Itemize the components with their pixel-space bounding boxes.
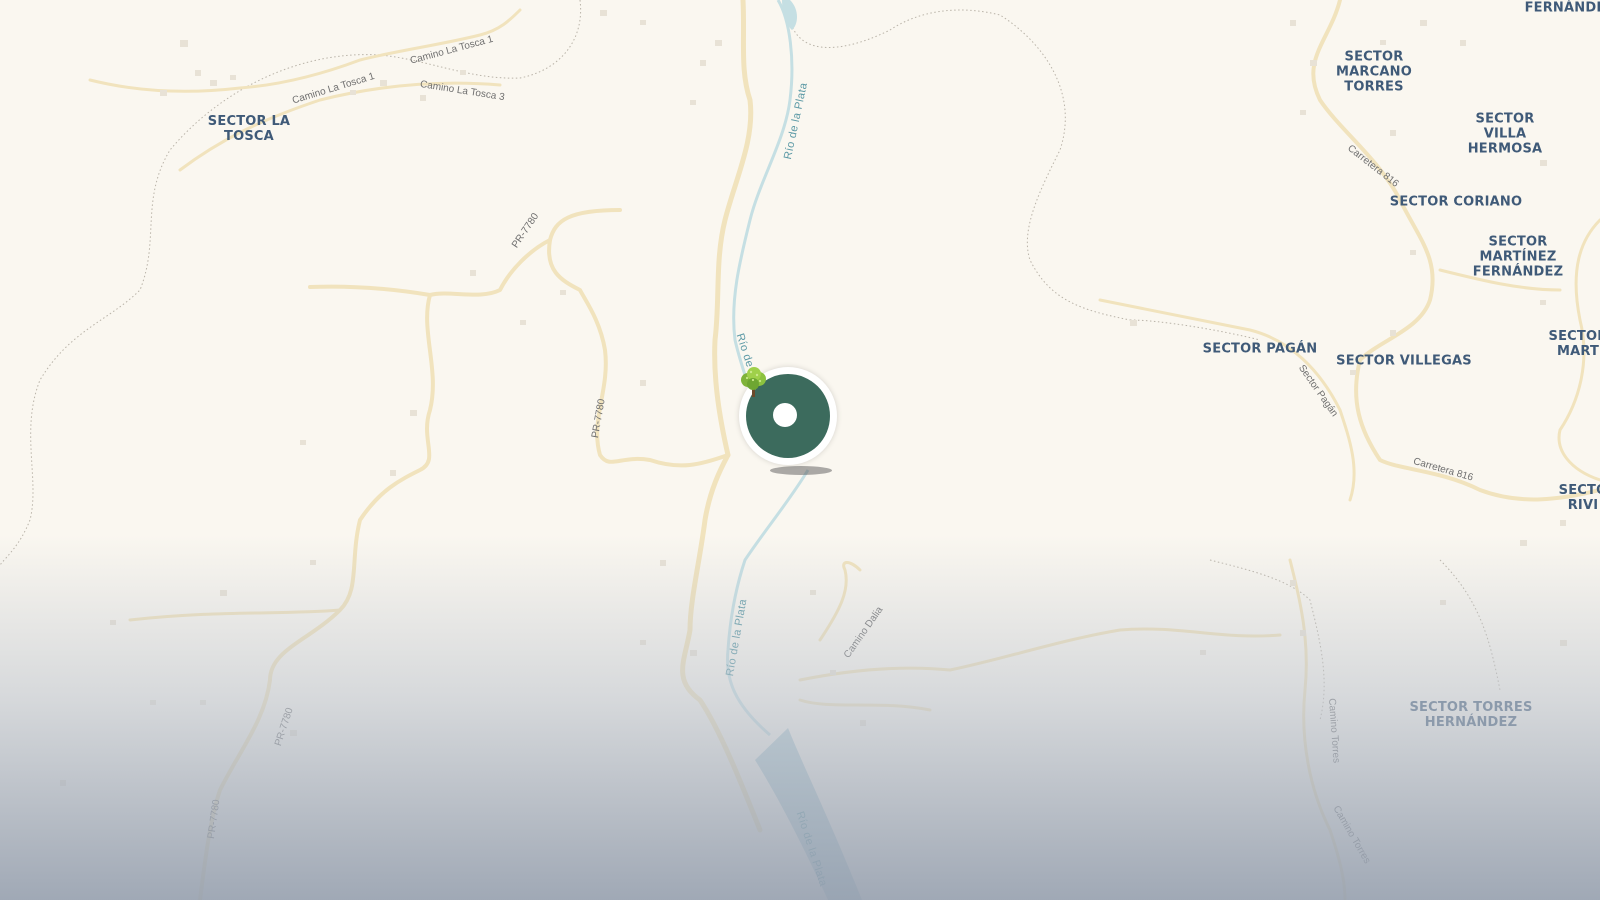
area-label-sector-la-tosca: SECTOR LA TOSCA bbox=[207, 114, 291, 144]
area-label-sector-martinez-fernandez: SECTOR MARTÍNEZ FERNÁNDEZ bbox=[1472, 234, 1564, 280]
tree-icon bbox=[741, 367, 766, 397]
area-label-sector-villegas: SECTOR VILLEGAS bbox=[1336, 353, 1472, 369]
area-label-sector-villa-hermosa: SECTOR VILLA HERMOSA bbox=[1467, 111, 1543, 157]
area-label-sector-torres-hernandez: SECTOR TORRES HERNÁNDEZ bbox=[1409, 700, 1533, 730]
area-label-fernandez-partial: FERNÁNDE bbox=[1524, 0, 1600, 16]
area-label-sector-mart-partial: SECTOR MART bbox=[1548, 329, 1600, 359]
area-label-sector-marcano-torres: SECTOR MARCANO TORRES bbox=[1336, 49, 1412, 95]
area-label-sector-pagan: SECTOR PAGÁN bbox=[1202, 341, 1318, 357]
location-marker[interactable] bbox=[739, 367, 837, 465]
area-label-secto-rivi-partial: SECTO RIVI bbox=[1558, 483, 1600, 513]
marker-shadow bbox=[770, 466, 832, 475]
marker-center-dot bbox=[773, 403, 797, 427]
map-canvas[interactable]: SECTOR LA TOSCA SECTOR MARCANO TORRES SE… bbox=[0, 0, 1600, 900]
area-label-sector-coriano: SECTOR CORIANO bbox=[1389, 194, 1523, 210]
